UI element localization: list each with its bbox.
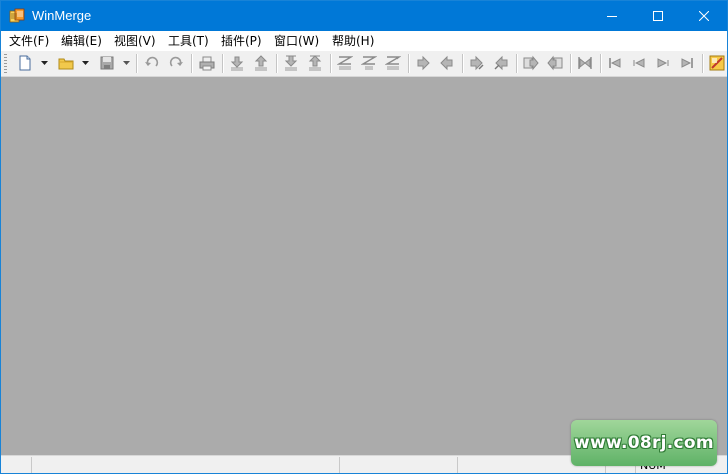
next-diff-icon (230, 56, 244, 71)
copy-left-icon (440, 55, 453, 71)
redo-button[interactable] (166, 54, 186, 72)
menu-tools[interactable]: 工具(T) (166, 33, 211, 49)
first-file-icon (609, 58, 621, 68)
menu-plugins[interactable]: 插件(P) (219, 33, 264, 49)
copy-right-advance-button[interactable] (467, 54, 487, 72)
toolbar-separator (136, 54, 138, 73)
toolbar-separator (570, 54, 572, 73)
copy-right-icon (417, 55, 430, 71)
toolbar-grip[interactable] (4, 54, 7, 73)
new-dropdown-button[interactable] (39, 54, 49, 72)
copy-right-advance-icon (470, 55, 484, 71)
all-left-icon (547, 55, 563, 71)
menu-help[interactable]: 帮助(H) (330, 33, 376, 49)
prev-diff-button[interactable] (251, 54, 271, 72)
save-button[interactable] (97, 54, 117, 72)
next-file-icon (657, 58, 669, 68)
close-button[interactable] (681, 1, 727, 31)
new-document-icon (19, 55, 31, 71)
title-bar[interactable]: WinMerge (1, 1, 727, 31)
next-file-button[interactable] (653, 54, 673, 72)
current-diff-button[interactable] (335, 54, 355, 72)
menu-file[interactable]: 文件(F) (7, 33, 51, 49)
watermark-text: www.08rj.com (574, 433, 714, 453)
copy-left-advance-button[interactable] (491, 54, 511, 72)
mdi-workspace[interactable] (1, 77, 727, 455)
print-icon (199, 56, 215, 71)
copy-left-button[interactable] (437, 54, 457, 72)
copy-right-button[interactable] (413, 54, 433, 72)
toolbar (1, 51, 727, 77)
options-button[interactable] (707, 54, 727, 72)
select-diff-button[interactable] (383, 54, 403, 72)
last-diff-button[interactable] (305, 54, 325, 72)
prev-file-button[interactable] (629, 54, 649, 72)
maximize-button[interactable] (635, 1, 681, 31)
toolbar-separator (408, 54, 410, 73)
toolbar-separator (462, 54, 464, 73)
menu-view[interactable]: 视图(V) (112, 33, 158, 49)
watermark: www.08rj.com (571, 420, 717, 466)
prev-file-icon (633, 58, 645, 68)
open-button[interactable] (56, 54, 76, 72)
diff-select-icon (385, 56, 401, 70)
current-diff-icon (337, 56, 353, 70)
merge-diff-button[interactable] (359, 54, 379, 72)
options-icon (709, 55, 725, 71)
save-icon (100, 56, 114, 70)
all-right-button[interactable] (521, 54, 541, 72)
menu-edit[interactable]: 编辑(E) (59, 33, 104, 49)
toolbar-separator (600, 54, 602, 73)
diff-zigzag-icon (361, 56, 377, 70)
chevron-down-icon (122, 61, 130, 65)
chevron-down-icon (40, 61, 48, 65)
toolbar-separator (222, 54, 224, 73)
winmerge-window: WinMerge 文件(F) 编辑(E) 视图(V) 工具(T) 插件(P) 窗… (0, 0, 728, 474)
compare-icon (578, 57, 592, 69)
all-left-button[interactable] (545, 54, 565, 72)
toolbar-separator (702, 54, 704, 73)
menu-window[interactable]: 窗口(W) (272, 33, 321, 49)
compare-button[interactable] (575, 54, 595, 72)
last-diff-icon (308, 55, 322, 71)
open-folder-icon (58, 58, 74, 70)
toolbar-separator (191, 54, 193, 73)
first-diff-button[interactable] (281, 54, 301, 72)
chevron-down-icon (81, 61, 89, 65)
maximize-icon (653, 11, 663, 21)
close-icon (699, 11, 709, 21)
window-title: WinMerge (32, 8, 92, 23)
all-right-icon (523, 55, 539, 71)
menu-bar: 文件(F) 编辑(E) 视图(V) 工具(T) 插件(P) 窗口(W) 帮助(H… (1, 31, 727, 51)
print-button[interactable] (197, 54, 217, 72)
status-pane (339, 457, 456, 473)
toolbar-separator (330, 54, 332, 73)
last-file-icon (681, 58, 693, 68)
status-pane (31, 457, 338, 473)
last-file-button[interactable] (677, 54, 697, 72)
redo-icon (169, 56, 183, 67)
first-diff-icon (284, 55, 298, 71)
winmerge-app-icon[interactable] (9, 8, 25, 24)
toolbar-separator (516, 54, 518, 73)
next-diff-button[interactable] (227, 54, 247, 72)
toolbar-separator (276, 54, 278, 73)
prev-diff-icon (254, 55, 268, 71)
first-file-button[interactable] (605, 54, 625, 72)
undo-icon (145, 56, 159, 67)
minimize-icon (607, 16, 617, 17)
minimize-button[interactable] (589, 1, 635, 31)
copy-left-advance-icon (494, 55, 508, 71)
save-dropdown-button[interactable] (121, 54, 131, 72)
undo-button[interactable] (142, 54, 162, 72)
open-dropdown-button[interactable] (80, 54, 90, 72)
new-button[interactable] (15, 54, 35, 72)
